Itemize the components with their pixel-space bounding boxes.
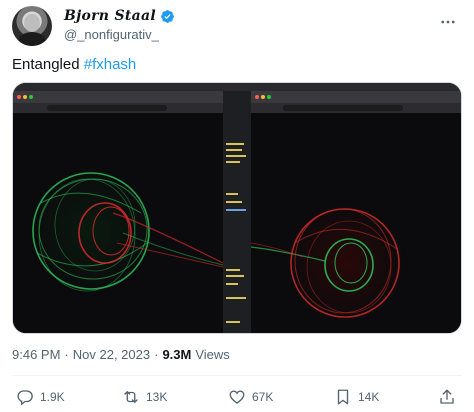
bookmark-icon (337, 389, 349, 405)
reply-button[interactable]: 1.9K (16, 386, 65, 408)
name-row: Bjorn Staal (64, 8, 175, 24)
hashtag-link[interactable]: #fxhash (84, 56, 137, 73)
avatar-face (24, 14, 40, 32)
divider (12, 375, 462, 376)
author-display-name[interactable]: Bjorn Staal (64, 8, 156, 24)
views-label: Views (195, 347, 230, 362)
share-button[interactable] (438, 386, 456, 408)
screen-recording-image (13, 83, 461, 333)
share-icon (440, 389, 454, 404)
bookmark-count: 14K (358, 390, 380, 404)
tweet-date[interactable]: Nov 22, 2023 (73, 347, 150, 362)
tweet-time[interactable]: 9:46 PM (12, 347, 60, 362)
macos-menubar (13, 83, 461, 91)
author-handle[interactable]: @_nonfigurativ_ (64, 27, 159, 42)
reply-count: 1.9K (40, 390, 65, 404)
avatar[interactable] (12, 6, 52, 46)
tweet-media-video[interactable] (12, 82, 462, 334)
avatar-body (18, 32, 46, 46)
heart-icon (229, 390, 245, 404)
bookmark-button[interactable]: 14K (334, 386, 379, 408)
tweet-header: Bjorn Staal @_nonfigurativ_ (12, 6, 462, 46)
tweet-metadata: 9:46 PM · Nov 22, 2023 · 9.3M Views (12, 347, 230, 362)
views-count: 9.3M (162, 347, 192, 362)
like-count: 67K (252, 390, 274, 404)
retweet-count: 13K (146, 390, 168, 404)
retweet-icon (124, 391, 138, 403)
action-bar: 1.9K 13K 67K 14K (12, 386, 462, 408)
verified-badge-icon (161, 9, 174, 23)
more-options-icon[interactable] (438, 12, 458, 32)
retweet-button[interactable]: 13K (122, 386, 167, 408)
meta-separator: · (154, 347, 159, 362)
tweet-text: Entangled #fxhash (12, 55, 136, 75)
like-button[interactable]: 67K (228, 386, 273, 408)
tweet-text-body: Entangled (12, 56, 84, 73)
meta-separator: · (64, 347, 69, 362)
reply-icon (17, 390, 33, 406)
